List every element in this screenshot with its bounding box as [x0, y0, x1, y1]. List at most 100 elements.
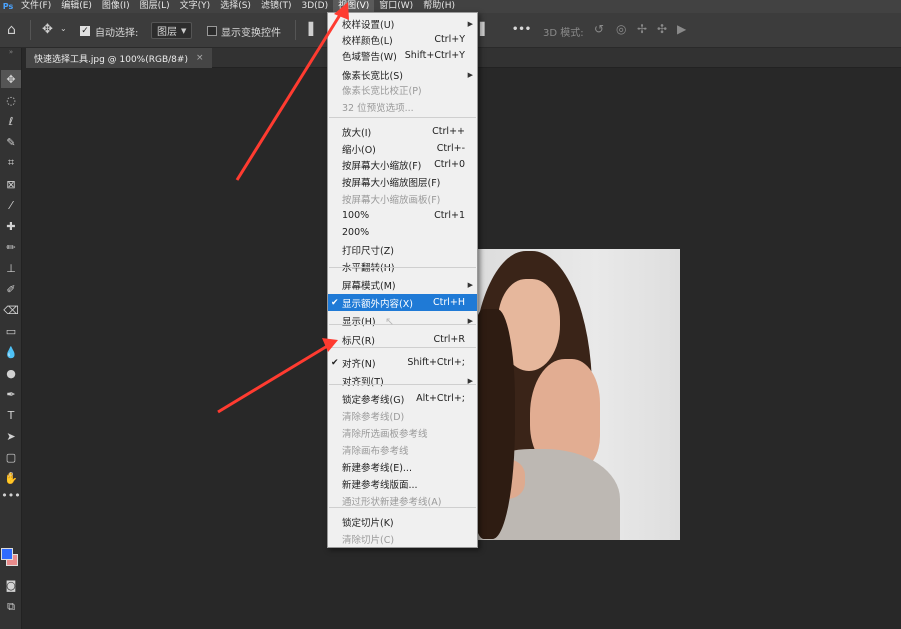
3d-slide-icon[interactable]: ✣: [657, 23, 667, 35]
menu-6[interactable]: 滤镜(T): [256, 0, 297, 13]
view-menu-item-0[interactable]: 校样设置(U) ▶: [328, 15, 477, 32]
crop-tool-icon[interactable]: ⌗: [1, 154, 21, 172]
view-menu-item-2[interactable]: 色域警告(W) Shift+Ctrl+Y: [328, 47, 477, 64]
more-options-icon[interactable]: •••: [512, 24, 531, 35]
view-menu-item-13[interactable]: 打印尺寸(Z): [328, 241, 477, 258]
view-menu-item-16[interactable]: ✔ 显示额外内容(X) Ctrl+H: [328, 294, 477, 311]
view-menu-item-19[interactable]: ✔ 对齐(N) Shift+Ctrl+;: [328, 354, 477, 371]
gradient-tool-icon[interactable]: ▭: [1, 322, 21, 340]
view-menu-item-11[interactable]: 100% Ctrl+1: [328, 207, 477, 224]
align-left-icon[interactable]: ▐: [304, 23, 313, 35]
move-tool-icon[interactable]: ✥: [1, 70, 21, 88]
menu-separator: [329, 507, 476, 508]
view-menu-item-label: 200%: [342, 227, 370, 238]
pen-tool-icon[interactable]: ✒: [1, 385, 21, 403]
path-selection-icon[interactable]: ➤: [1, 427, 21, 445]
quick-mask-icon[interactable]: ◙: [1, 576, 21, 594]
3d-roll-icon[interactable]: ◎: [616, 23, 626, 35]
menu-5[interactable]: 选择(S): [215, 0, 256, 13]
distribute-icon[interactable]: ▌: [480, 23, 489, 35]
close-icon[interactable]: ×: [196, 53, 204, 63]
view-menu-item-24[interactable]: 清除画布参考线: [328, 441, 477, 458]
brush-tool-icon[interactable]: ✏: [1, 238, 21, 256]
3d-pan-icon[interactable]: ✢: [637, 23, 647, 35]
view-menu-item-label: 清除所选画板参考线: [342, 428, 428, 440]
view-menu-item-label: 清除参考线(D): [342, 411, 405, 423]
view-menu-item-shortcut: Ctrl+0: [434, 159, 465, 170]
clone-stamp-icon[interactable]: ⊥: [1, 259, 21, 277]
view-menu-item-15[interactable]: 屏幕模式(M) ▶: [328, 276, 477, 293]
move-tool-preset-icon[interactable]: ✥: [42, 23, 53, 36]
3d-orbit-icon[interactable]: ↺: [594, 23, 604, 35]
3d-camera-icon[interactable]: ▶: [677, 23, 686, 35]
view-menu-item-1[interactable]: 校样颜色(L) Ctrl+Y: [328, 31, 477, 48]
view-menu-item-label: 校样设置(U): [342, 19, 395, 31]
healing-brush-icon[interactable]: ✚: [1, 217, 21, 235]
view-menu-item-label: 通过形状新建参考线(A): [342, 496, 442, 508]
checkmark-icon: ✔: [331, 357, 339, 368]
rectangle-tool-icon[interactable]: ▢: [1, 448, 21, 466]
more-tools-icon[interactable]: •••: [1, 486, 21, 504]
menu-1[interactable]: 编辑(E): [56, 0, 97, 13]
view-menu-item-9[interactable]: 按屏幕大小缩放图层(F): [328, 173, 477, 190]
view-menu-item-8[interactable]: 按屏幕大小缩放(F) Ctrl+0: [328, 156, 477, 173]
view-menu-item-label: 新建参考线版面...: [342, 479, 418, 491]
menu-3[interactable]: 图层(L): [135, 0, 175, 13]
view-menu-item-23[interactable]: 清除所选画板参考线: [328, 424, 477, 441]
view-menu-item-17[interactable]: 显示(H) ▶: [328, 312, 477, 329]
menu-separator: [329, 324, 476, 325]
eyedropper-tool-icon[interactable]: ⁄: [1, 196, 21, 214]
view-menu-item-18[interactable]: 标尺(R) Ctrl+R: [328, 331, 477, 348]
view-menu-item-label: 清除切片(C): [342, 534, 395, 546]
layer-dropdown[interactable]: 图层 ▼: [151, 22, 193, 39]
view-menu-item-label: 新建参考线(E)...: [342, 462, 412, 474]
view-menu-item-12[interactable]: 200%: [328, 224, 477, 241]
dodge-tool-icon[interactable]: ●: [1, 364, 21, 382]
menu-2[interactable]: 图像(I): [97, 0, 135, 13]
eraser-tool-icon[interactable]: ⌫: [1, 301, 21, 319]
menu-4[interactable]: 文字(Y): [175, 0, 216, 13]
view-menu-item-28[interactable]: 锁定切片(K): [328, 513, 477, 530]
view-menu-item-label: 放大(I): [342, 127, 372, 139]
view-menu-item-label: 对齐到(T): [342, 376, 384, 388]
marquee-tool-icon[interactable]: ◌: [1, 91, 21, 109]
frame-tool-icon[interactable]: ⊠: [1, 175, 21, 193]
view-menu-item-25[interactable]: 新建参考线(E)...: [328, 458, 477, 475]
view-menu-item-6[interactable]: 放大(I) Ctrl++: [328, 123, 477, 140]
view-menu-item-label: 锁定切片(K): [342, 517, 394, 529]
view-menu-item-4[interactable]: 像素长宽比校正(P): [328, 81, 477, 98]
lasso-tool-icon[interactable]: ℓ: [1, 112, 21, 130]
chevron-down-icon[interactable]: ⌄: [60, 25, 67, 33]
menu-separator: [329, 347, 476, 348]
view-menu-item-22[interactable]: 清除参考线(D): [328, 407, 477, 424]
menu-separator: [329, 117, 476, 118]
view-menu-item-label: 校样颜色(L): [342, 35, 393, 47]
screen-mode-icon[interactable]: ⧉: [1, 598, 21, 616]
auto-select-checkbox[interactable]: [80, 26, 90, 36]
blur-tool-icon[interactable]: 💧: [1, 343, 21, 361]
type-tool-icon[interactable]: T: [1, 406, 21, 424]
document-tab-title: 快速选择工具.jpg @ 100%(RGB/8#): [34, 54, 188, 65]
show-transform-checkbox[interactable]: [207, 26, 217, 36]
view-menu-item-7[interactable]: 缩小(O) Ctrl+-: [328, 140, 477, 157]
checkmark-icon: ✔: [331, 297, 339, 308]
view-menu-item-26[interactable]: 新建参考线版面...: [328, 475, 477, 492]
view-menu-item-20[interactable]: 对齐到(T) ▶: [328, 372, 477, 389]
view-menu-item-21[interactable]: 锁定参考线(G) Alt+Ctrl+;: [328, 390, 477, 407]
document-tab[interactable]: 快速选择工具.jpg @ 100%(RGB/8#) ×: [26, 48, 212, 68]
document-image: [470, 249, 680, 540]
menu-0[interactable]: 文件(F): [16, 0, 56, 13]
view-menu-item-label: 显示(H): [342, 316, 376, 328]
view-menu-item-label: 标尺(R): [342, 335, 376, 347]
photoshop-logo-icon[interactable]: Ps: [0, 0, 16, 13]
view-menu-item-10[interactable]: 按屏幕大小缩放画板(F): [328, 190, 477, 207]
zoom-tool-icon[interactable]: ⌕: [1, 465, 21, 483]
view-menu-item-label: 像素长宽比校正(P): [342, 85, 422, 97]
view-menu-item-5[interactable]: 32 位预览选项...: [328, 98, 477, 115]
quick-selection-tool-icon[interactable]: ✎: [1, 133, 21, 151]
collapse-panel-icon[interactable]: »: [0, 48, 22, 58]
home-icon[interactable]: ⌂: [7, 23, 16, 37]
history-brush-icon[interactable]: ✐: [1, 280, 21, 298]
view-menu-item-29[interactable]: 清除切片(C): [328, 530, 477, 547]
foreground-color-swatch[interactable]: [1, 548, 13, 560]
